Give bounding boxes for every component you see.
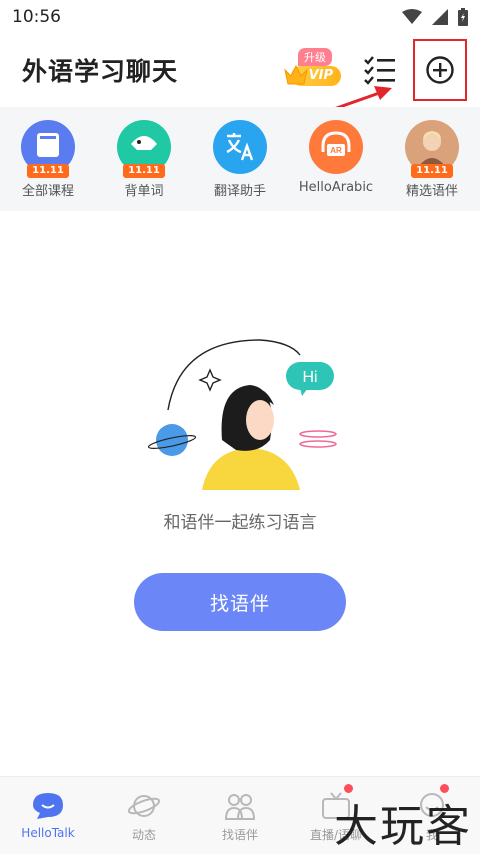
promo-badge: 11.11 [27,164,69,178]
battery-icon [458,8,468,26]
app-header: 外语学习聊天 升级 VIP [0,34,480,106]
shortcut-helloarabic[interactable]: AR HelloArabic [288,107,384,211]
shortcut-strip: 11.11 全部课程 11.11 背单词 翻译助手 AR HelloArabic [0,107,480,211]
svg-text:AR: AR [330,146,342,155]
vocabulary-icon: 11.11 [117,120,171,178]
find-partner-button[interactable]: 找语伴 [134,573,346,631]
nav-label: HelloTalk [21,826,75,840]
shortcut-label: HelloArabic [298,180,374,195]
people-icon [224,794,256,820]
add-button[interactable] [413,39,467,101]
nav-label: 找语伴 [221,828,258,842]
shortcut-vocabulary[interactable]: 11.11 背单词 [96,107,192,211]
plus-circle-icon [426,56,454,84]
shortcut-all-courses[interactable]: 11.11 全部课程 [0,107,96,211]
task-list-button[interactable] [362,54,398,86]
crown-icon [284,64,308,85]
planet-icon [127,795,161,817]
shortcut-label: 翻译助手 [213,184,266,199]
shortcut-featured-partners[interactable]: 11.11 精选语伴 [384,107,480,211]
shortcut-label: 背单词 [124,184,164,199]
shortcut-label: 全部课程 [21,184,74,199]
nav-label: 动态 [131,828,156,842]
promo-badge: 11.11 [411,164,453,178]
page-title: 外语学习聊天 [22,57,179,86]
nav-moments[interactable]: 动态 [96,777,192,854]
checklist-icon [364,56,395,85]
chat-bubble-icon [33,793,63,819]
shortcut-label: 精选语伴 [405,184,458,199]
course-icon: 11.11 [21,120,75,178]
headphones-icon: AR [309,120,363,174]
hi-bubble-text: Hi [302,369,317,386]
partner-avatar: 11.11 [405,120,459,178]
promo-badge: 11.11 [123,164,165,178]
wifi-icon [402,9,422,24]
status-bar: 10:56 [0,0,480,34]
signal-icon [432,9,448,25]
status-icons [402,8,468,26]
nav-hellotalk[interactable]: HelloTalk [0,777,96,854]
shortcut-translator[interactable]: 翻译助手 [192,107,288,211]
status-time: 10:56 [12,7,61,27]
empty-state-illustration: Hi [147,339,337,490]
vip-upgrade-button[interactable]: 升级 VIP [283,48,343,92]
nav-find-partner[interactable]: 找语伴 [192,777,288,854]
empty-state-message: 和语伴一起练习语言 [163,513,317,533]
watermark: 大玩客 [334,801,472,852]
translate-icon [213,120,267,174]
